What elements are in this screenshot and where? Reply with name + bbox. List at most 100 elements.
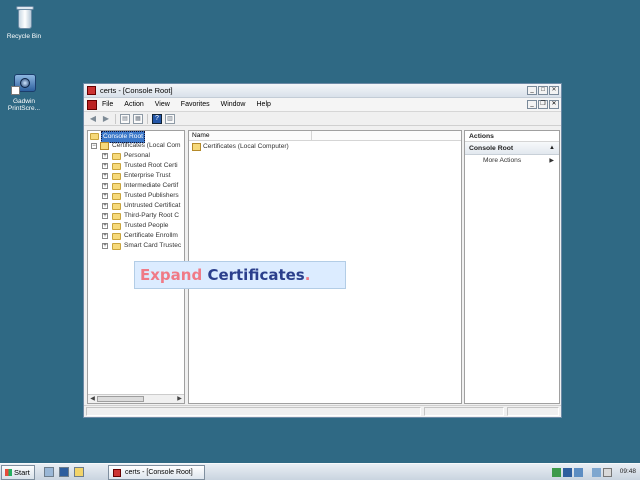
actions-pane: Actions Console Root ▲ More Actions ▶ — [464, 130, 560, 404]
expand-toggle-icon[interactable]: + — [102, 223, 108, 229]
tree-item-untrusted[interactable]: + Untrusted Certificat — [88, 201, 184, 211]
tree-item-label: Certificates (Local Com — [112, 142, 181, 149]
camera-icon — [11, 68, 37, 96]
title-bar[interactable]: certs - [Console Root] _ □ ✕ — [84, 84, 561, 98]
expand-toggle-icon[interactable]: + — [102, 153, 108, 159]
show-action-pane-icon[interactable]: ▥ — [165, 113, 175, 124]
expand-toggle-icon[interactable]: + — [102, 233, 108, 239]
recycle-bin-icon[interactable]: Recycle Bin — [1, 3, 47, 40]
folder-icon — [90, 133, 99, 140]
menu-action[interactable]: Action — [124, 101, 143, 108]
list-item-label: Certificates (Local Computer) — [203, 143, 289, 150]
folder-icon — [112, 203, 121, 210]
tree-item-intermediate[interactable]: + Intermediate Certif — [88, 181, 184, 191]
tree-item-label: Third-Party Root C — [124, 212, 179, 219]
folder-icon — [112, 183, 121, 190]
window-title: certs - [Console Root] — [100, 86, 173, 95]
column-header-name[interactable]: Name — [189, 131, 313, 140]
expand-toggle-icon[interactable]: + — [102, 163, 108, 169]
maximize-button[interactable]: □ — [538, 86, 548, 95]
close-button[interactable]: ✕ — [549, 86, 559, 95]
tree-item-cert-enrollment[interactable]: + Certificate Enrollm — [88, 231, 184, 241]
help-icon[interactable]: ? — [152, 113, 162, 124]
tree-item-personal[interactable]: + Personal — [88, 151, 184, 161]
tree-item-label: Enterprise Trust — [124, 172, 171, 179]
expand-toggle-icon[interactable]: + — [102, 193, 108, 199]
status-cell-2 — [424, 407, 504, 416]
console-icon[interactable] — [87, 99, 97, 110]
tree-item-certificates[interactable]: − Certificates (Local Com — [88, 141, 184, 151]
recycle-bin-label: Recycle Bin — [6, 33, 42, 40]
tray-display-icon[interactable] — [574, 468, 583, 477]
gadwin-label-line1: Gadwin — [12, 98, 36, 105]
tutorial-callout: Expand Certificates. — [134, 261, 346, 289]
forward-arrow-icon[interactable]: ▶ — [101, 114, 111, 124]
folder-icon — [112, 213, 121, 220]
show-hide-tree-icon[interactable]: ▤ — [120, 113, 130, 124]
gadwin-label-line2: PrintScre... — [7, 105, 41, 112]
scroll-thumb[interactable] — [97, 396, 144, 402]
tray-volume-icon[interactable] — [603, 468, 612, 477]
minimize-button[interactable]: _ — [527, 86, 537, 95]
back-arrow-icon[interactable]: ◀ — [88, 114, 98, 124]
trash-icon — [11, 3, 37, 31]
tree-item-enterprise-trust[interactable]: + Enterprise Trust — [88, 171, 184, 181]
collapse-toggle-icon[interactable]: − — [91, 143, 97, 149]
taskbar-item-certs[interactable]: certs - [Console Root] — [108, 465, 205, 480]
clock[interactable]: 09:48 — [620, 464, 636, 480]
export-list-icon[interactable]: ▦ — [133, 113, 143, 124]
child-close-button[interactable]: ✕ — [549, 100, 559, 109]
start-button[interactable]: Start — [1, 465, 35, 480]
more-actions-item[interactable]: More Actions ▶ — [465, 155, 559, 167]
gadwin-printscreen-icon[interactable]: Gadwin PrintScre... — [1, 68, 47, 112]
child-minimize-button[interactable]: _ — [527, 100, 537, 109]
tree-item-trusted-publishers[interactable]: + Trusted Publishers — [88, 191, 184, 201]
mmc-window: certs - [Console Root] _ □ ✕ File Action… — [83, 83, 562, 418]
scroll-left-icon[interactable]: ◀ — [88, 395, 97, 403]
tree-item-label: Smart Card Trustec — [124, 242, 182, 249]
tree-item-label: Untrusted Certificat — [124, 202, 181, 209]
mmc-app-icon — [87, 86, 96, 95]
collapse-caret-icon[interactable]: ▲ — [549, 142, 555, 155]
toolbar: ◀ ▶ ▤ ▦ ? ▥ — [84, 112, 561, 126]
explorer-icon[interactable] — [74, 467, 84, 477]
tree-item-label: Personal — [124, 152, 151, 159]
list-item[interactable]: Certificates (Local Computer) — [189, 141, 461, 152]
certificate-icon — [100, 142, 109, 150]
tree-item-label: Trusted Publishers — [124, 192, 179, 199]
actions-section-label: Console Root — [469, 145, 514, 152]
menu-favorites[interactable]: Favorites — [181, 101, 210, 108]
status-bar — [84, 405, 561, 417]
tree-item-console-root[interactable]: Console Root — [88, 131, 184, 143]
server-manager-icon[interactable] — [44, 467, 54, 477]
callout-word-expand: Expand — [140, 266, 203, 284]
scroll-right-icon[interactable]: ▶ — [175, 395, 184, 403]
tree-horizontal-scrollbar[interactable]: ◀ ▶ — [88, 394, 184, 403]
folder-icon — [112, 193, 121, 200]
folder-icon — [112, 153, 121, 160]
expand-toggle-icon[interactable]: + — [102, 183, 108, 189]
child-restore-button[interactable]: ❐ — [538, 100, 548, 109]
menu-help[interactable]: Help — [257, 101, 271, 108]
certificate-icon — [192, 143, 201, 151]
tree-item-third-party-root[interactable]: + Third-Party Root C — [88, 211, 184, 221]
tree-item-label: Trusted Root Certi — [124, 162, 178, 169]
expand-toggle-icon[interactable]: + — [102, 243, 108, 249]
expand-toggle-icon[interactable]: + — [102, 213, 108, 219]
menu-file[interactable]: File — [102, 101, 113, 108]
tree-item-trusted-people[interactable]: + Trusted People — [88, 221, 184, 231]
tray-app-icon[interactable] — [563, 468, 572, 477]
expand-toggle-icon[interactable]: + — [102, 203, 108, 209]
tree-item-trusted-root[interactable]: + Trusted Root Certi — [88, 161, 184, 171]
tray-monitor-icon[interactable] — [592, 468, 601, 477]
expand-toggle-icon[interactable]: + — [102, 173, 108, 179]
tray-network-icon[interactable] — [552, 468, 561, 477]
folder-icon — [112, 233, 121, 240]
powershell-icon[interactable] — [59, 467, 69, 477]
menu-view[interactable]: View — [155, 101, 170, 108]
menu-window[interactable]: Window — [221, 101, 246, 108]
tree-item-smart-card[interactable]: + Smart Card Trustec — [88, 241, 184, 251]
folder-icon — [112, 243, 121, 250]
folder-icon — [112, 173, 121, 180]
actions-section-console-root[interactable]: Console Root ▲ — [465, 142, 559, 155]
